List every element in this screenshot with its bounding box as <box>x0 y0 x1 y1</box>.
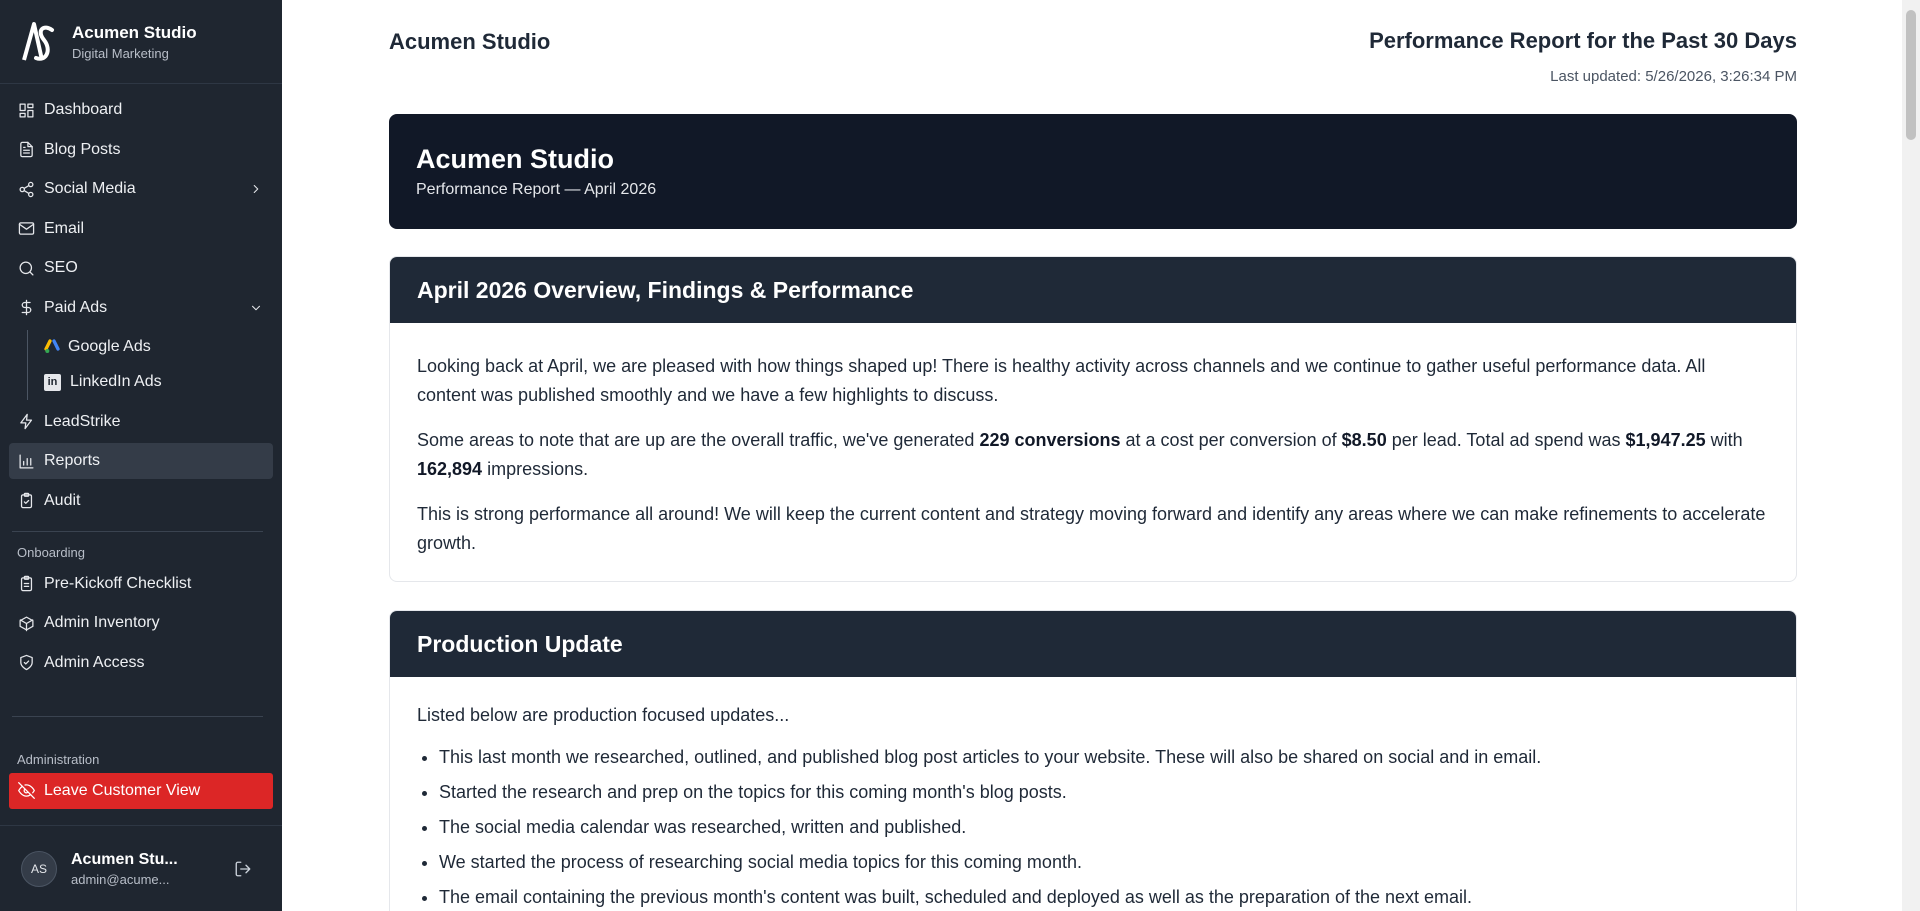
shield-icon <box>20 655 33 671</box>
nav-item-audit[interactable]: Audit <box>9 483 273 519</box>
clipboard-check-icon <box>20 493 33 509</box>
nav-label: Pre-Kickoff Checklist <box>44 574 192 592</box>
nav-item-paid-ads[interactable]: Paid Ads <box>9 290 273 326</box>
avatar[interactable]: AS <box>21 850 57 887</box>
nav-item-pre-kickoff-checklist[interactable]: Pre-Kickoff Checklist <box>9 566 273 602</box>
nav-label: Email <box>44 219 85 237</box>
production-title: Production Update <box>390 611 1796 677</box>
nav-item-google-ads[interactable]: Google Ads <box>44 330 273 365</box>
nav-label: Social Media <box>44 180 136 198</box>
text-run: with <box>1705 430 1743 450</box>
ad-spend-value: $1,947.25 <box>1625 430 1706 450</box>
page-title: Performance Report for the Past 30 Days <box>1369 28 1797 53</box>
administration-label: Administration <box>17 751 100 767</box>
dollar-icon <box>21 300 32 316</box>
scrollbar[interactable] <box>1902 0 1920 911</box>
onboarding-label: Onboarding <box>17 544 85 560</box>
grid-icon <box>19 102 34 118</box>
user-name: Acumen Stu... <box>71 850 178 868</box>
impressions-value: 162,894 <box>417 459 483 479</box>
list-item: Started the research and prep on the top… <box>439 778 1769 807</box>
nav-label: Reports <box>44 452 101 470</box>
hero-subtitle: Performance Report — April 2026 <box>416 181 657 198</box>
nav-item-leadstrike[interactable]: LeadStrike <box>9 404 273 440</box>
user-email: admin@acume... <box>71 871 170 887</box>
nav-label: SEO <box>44 259 78 277</box>
list-item: The email containing the previous month'… <box>439 883 1769 911</box>
nav-item-social-media[interactable]: Social Media <box>9 171 273 207</box>
text-run: Some areas to note that are up are the o… <box>417 430 980 450</box>
nav-item-admin-inventory[interactable]: Admin Inventory <box>9 605 273 641</box>
nav-label: Blog Posts <box>44 140 121 158</box>
overview-paragraph: Some areas to note that are up are the o… <box>417 426 1769 484</box>
box-icon <box>19 616 34 632</box>
google-ads-icon <box>44 339 60 355</box>
nav-label: Admin Access <box>44 653 145 671</box>
last-updated: Last updated: 5/26/2026, 3:26:34 PM <box>1550 68 1797 85</box>
conversions-value: 229 conversions <box>979 430 1121 450</box>
brand-logo <box>22 21 54 61</box>
main-nav: Dashboard Blog Posts Social Media Email … <box>0 84 282 519</box>
production-intro: Listed below are production focused upda… <box>417 705 790 725</box>
production-card: Production Update Listed below are produ… <box>389 610 1797 911</box>
mail-icon <box>18 222 35 236</box>
nav-item-email[interactable]: Email <box>9 211 273 247</box>
nav-label: LinkedIn Ads <box>70 373 162 391</box>
nav-item-seo[interactable]: SEO <box>9 250 273 286</box>
bar-chart-icon <box>19 454 34 469</box>
text-run: at a cost per conversion of <box>1120 430 1342 450</box>
scrollbar-thumb[interactable] <box>1906 10 1916 140</box>
report-hero: Acumen Studio Performance Report — April… <box>389 114 1797 229</box>
hero-title: Acumen Studio <box>416 144 615 174</box>
list-item: This last month we researched, outlined,… <box>439 743 1769 772</box>
nav-label: Audit <box>44 491 81 509</box>
chevron-right-icon <box>253 185 259 194</box>
nav-label: Admin Inventory <box>44 614 160 632</box>
nav-item-dashboard[interactable]: Dashboard <box>9 92 273 128</box>
bolt-icon <box>20 413 33 430</box>
nav-label: Google Ads <box>68 338 151 356</box>
brand-subtitle: Digital Marketing <box>72 45 169 61</box>
nav-item-admin-access[interactable]: Admin Access <box>9 645 273 681</box>
nav-item-linkedin-ads[interactable]: in LinkedIn Ads <box>44 365 273 400</box>
overview-title: April 2026 Overview, Findings & Performa… <box>390 257 1796 323</box>
nav-item-reports[interactable]: Reports <box>9 443 273 480</box>
client-name: Acumen Studio <box>389 29 551 54</box>
nav-label: LeadStrike <box>44 412 121 430</box>
logout-icon[interactable] <box>234 860 252 878</box>
eye-off-icon <box>18 782 35 800</box>
onboarding-nav: Pre-Kickoff Checklist Admin Inventory Ad… <box>0 566 282 681</box>
overview-paragraph: This is strong performance all around! W… <box>417 504 1766 553</box>
linkedin-icon: in <box>44 373 61 391</box>
brand-name: Acumen Studio <box>72 22 197 42</box>
list-item: We started the process of researching so… <box>439 848 1769 877</box>
leave-customer-view-label: Leave Customer View <box>44 781 201 799</box>
sidebar: Acumen Studio Digital Marketing Dashboar… <box>0 0 282 911</box>
cost-per-lead-value: $8.50 <box>1341 430 1387 450</box>
nav-label: Dashboard <box>44 101 123 118</box>
clipboard-icon <box>20 576 33 592</box>
text-run: per lead. Total ad spend was <box>1386 430 1626 450</box>
brand[interactable]: Acumen Studio Digital Marketing <box>0 0 282 84</box>
share-icon <box>19 181 34 197</box>
overview-card: April 2026 Overview, Findings & Performa… <box>389 256 1797 582</box>
text-run: impressions. <box>482 459 589 479</box>
production-list: This last month we researched, outlined,… <box>439 743 1769 911</box>
document-icon <box>20 141 33 158</box>
overview-paragraph: Looking back at April, we are pleased wi… <box>417 356 1706 405</box>
search-icon <box>19 261 34 276</box>
chevron-down-icon <box>251 305 261 311</box>
list-item: The social media calendar was researched… <box>439 813 1769 842</box>
production-body: Listed below are production focused upda… <box>390 677 1796 911</box>
paid-ads-submenu: Google Ads in LinkedIn Ads <box>27 329 273 400</box>
user-profile: AS Acumen Stu... admin@acume... <box>0 825 282 911</box>
main-content: Acumen Studio Performance Report for the… <box>282 0 1902 911</box>
nav-item-blog-posts[interactable]: Blog Posts <box>9 132 273 168</box>
overview-body: Looking back at April, we are pleased wi… <box>390 323 1796 581</box>
nav-label: Paid Ads <box>44 298 108 316</box>
leave-customer-view-button[interactable]: Leave Customer View <box>9 772 273 809</box>
